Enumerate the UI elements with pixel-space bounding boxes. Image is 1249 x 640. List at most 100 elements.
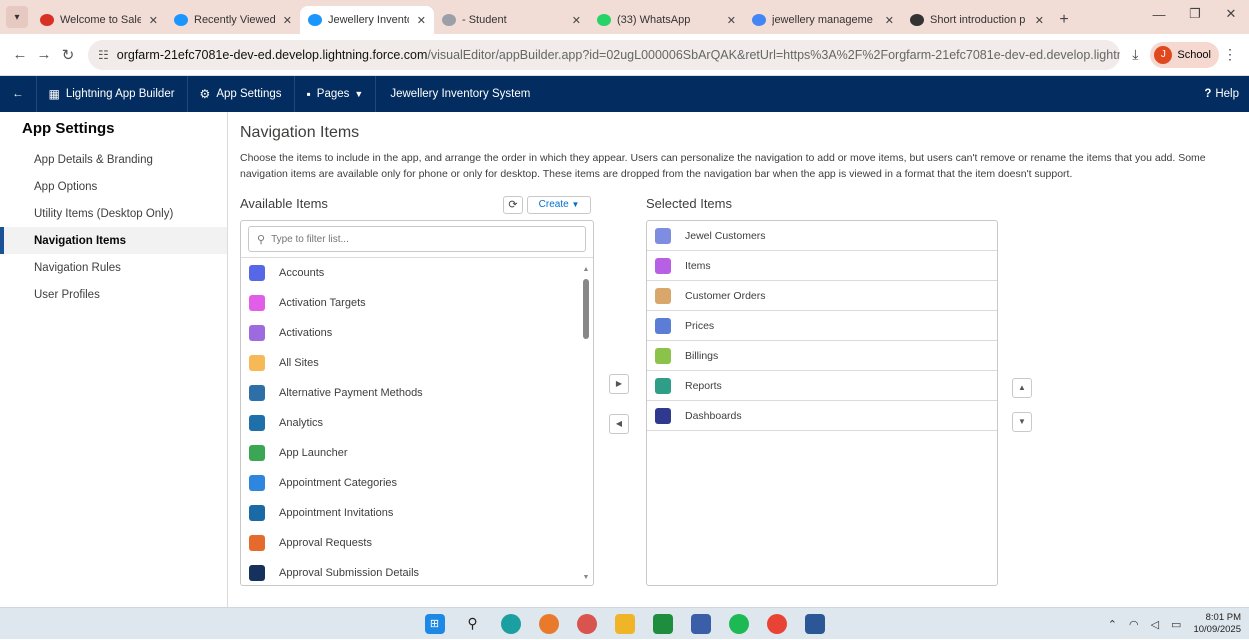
volume-icon[interactable]: ◁ bbox=[1151, 618, 1159, 631]
chevron-down-icon: ▼ bbox=[354, 89, 364, 99]
browser-tab[interactable]: Recently Viewed | Jev ✕ bbox=[166, 6, 300, 34]
scrollbar[interactable]: ▲ ▼ bbox=[582, 265, 590, 583]
sidebar-item-app-options[interactable]: App Options bbox=[0, 173, 227, 200]
list-item[interactable]: Appointment Invitations bbox=[241, 498, 593, 528]
refresh-button[interactable]: ⟳ bbox=[503, 196, 523, 214]
close-tab-icon[interactable]: ✕ bbox=[885, 14, 894, 27]
window-controls: — ❐ ✕ bbox=[1141, 0, 1249, 28]
list-item[interactable]: Alternative Payment Methods bbox=[241, 378, 593, 408]
selected-list-item[interactable]: Billings bbox=[647, 341, 997, 371]
move-up-button[interactable]: ▲ bbox=[1012, 378, 1032, 398]
list-item[interactable]: Approval Submission Details bbox=[241, 558, 593, 585]
move-to-selected-button[interactable]: ▶ bbox=[609, 374, 629, 394]
minimize-icon[interactable]: — bbox=[1141, 7, 1177, 22]
start-windows-icon[interactable]: ⊞ bbox=[424, 613, 445, 634]
file-explorer-icon[interactable] bbox=[614, 613, 635, 634]
sidebar-item-app-details-branding[interactable]: App Details & Branding bbox=[0, 146, 227, 173]
browser-tab[interactable]: jewellery manageme ✕ bbox=[744, 6, 902, 34]
battery-icon[interactable]: ▭ bbox=[1171, 618, 1181, 631]
move-down-button[interactable]: ▼ bbox=[1012, 412, 1032, 432]
reload-icon[interactable]: ↻ bbox=[56, 46, 80, 64]
selected-list-item[interactable]: Items bbox=[647, 251, 997, 281]
tab-search-button[interactable]: ▾ bbox=[6, 6, 28, 28]
back-button[interactable]: ← bbox=[0, 76, 37, 112]
filter-input[interactable] bbox=[271, 233, 585, 245]
list-item[interactable]: Analytics bbox=[241, 408, 593, 438]
browser-tab[interactable]: (33) WhatsApp ✕ bbox=[589, 6, 744, 34]
spotify-icon[interactable] bbox=[728, 613, 749, 634]
selected-list-item[interactable]: Prices bbox=[647, 311, 997, 341]
chevron-up-icon[interactable]: ⌃ bbox=[1108, 618, 1117, 631]
available-items-scroll[interactable]: Accounts Activation Targets Activations All… bbox=[241, 257, 593, 585]
site-info-icon[interactable]: ☷ bbox=[98, 48, 109, 62]
close-tab-icon[interactable]: ✕ bbox=[283, 14, 292, 27]
browser-menu-icon[interactable]: ⋮ bbox=[1219, 46, 1241, 63]
list-item[interactable]: All Sites bbox=[241, 348, 593, 378]
tab-title: Welcome to Salesfor bbox=[60, 14, 141, 26]
close-tab-icon[interactable]: ✕ bbox=[1035, 14, 1044, 27]
list-item[interactable]: Activation Targets bbox=[241, 288, 593, 318]
lightning-app-builder-button[interactable]: ▦ Lightning App Builder bbox=[37, 76, 188, 112]
new-tab-button[interactable]: + bbox=[1052, 6, 1076, 34]
forward-arrow-icon[interactable]: → bbox=[32, 46, 56, 63]
builder-label: Lightning App Builder bbox=[65, 88, 175, 100]
selected-list-item[interactable]: Jewel Customers bbox=[647, 221, 997, 251]
date-text: 10/09/2025 bbox=[1193, 624, 1241, 635]
store-icon[interactable] bbox=[690, 613, 711, 634]
browser-tab[interactable]: Welcome to Salesfor ✕ bbox=[32, 6, 166, 34]
close-tab-icon[interactable]: ✕ bbox=[149, 14, 158, 27]
object-icon bbox=[249, 385, 265, 401]
sidebar-item-navigation-rules[interactable]: Navigation Rules bbox=[0, 254, 227, 281]
list-item[interactable]: App Launcher bbox=[241, 438, 593, 468]
system-tray: ⌃ ◠ ◁ ▭ 8:01 PM 10/09/2025 bbox=[1102, 608, 1241, 640]
list-item[interactable]: Activations bbox=[241, 318, 593, 348]
chrome-icon[interactable] bbox=[766, 613, 787, 634]
copilot-icon[interactable] bbox=[500, 613, 521, 634]
sidebar-item-utility-items-desktop-only[interactable]: Utility Items (Desktop Only) bbox=[0, 200, 227, 227]
close-tab-icon[interactable]: ✕ bbox=[572, 14, 581, 27]
wifi-icon[interactable]: ◠ bbox=[1129, 618, 1139, 631]
object-icon bbox=[249, 265, 265, 281]
close-tab-icon[interactable]: ✕ bbox=[727, 14, 736, 27]
close-tab-icon[interactable]: ✕ bbox=[417, 14, 426, 27]
page-description: Choose the items to include in the app, … bbox=[240, 152, 1206, 180]
sidebar-item-navigation-items[interactable]: Navigation Items bbox=[0, 227, 227, 254]
app-icon[interactable] bbox=[576, 613, 597, 634]
browser-tab[interactable]: Jewellery Inventory S ✕ bbox=[300, 6, 434, 34]
profile-button[interactable]: J School bbox=[1150, 41, 1219, 68]
move-to-available-button[interactable]: ◀ bbox=[609, 414, 629, 434]
browser-tab[interactable]: Short introduction p ✕ bbox=[902, 6, 1052, 34]
selected-list-item[interactable]: Dashboards bbox=[647, 401, 997, 431]
maximize-icon[interactable]: ❐ bbox=[1177, 6, 1213, 22]
object-icon bbox=[655, 317, 671, 334]
object-icon bbox=[249, 415, 265, 431]
clock[interactable]: 8:01 PM 10/09/2025 bbox=[1193, 612, 1241, 636]
selected-list-item[interactable]: Reports bbox=[647, 371, 997, 401]
list-item[interactable]: Appointment Categories bbox=[241, 468, 593, 498]
list-item[interactable]: Approval Requests bbox=[241, 528, 593, 558]
list-item[interactable]: Accounts bbox=[241, 258, 593, 288]
selected-list-item[interactable]: Customer Orders bbox=[647, 281, 997, 311]
address-bar[interactable]: ☷ orgfarm-21efc7081e-dev-ed.develop.ligh… bbox=[88, 39, 1121, 70]
create-button[interactable]: Create ▼ bbox=[527, 196, 591, 214]
scroll-up-icon[interactable]: ▲ bbox=[582, 265, 590, 275]
help-button[interactable]: ? Help bbox=[1204, 88, 1249, 100]
download-icon[interactable]: ⤓ bbox=[1120, 46, 1150, 63]
create-label: Create bbox=[538, 199, 569, 210]
scroll-down-icon[interactable]: ▼ bbox=[582, 573, 590, 583]
available-items-label: Available Items bbox=[240, 196, 328, 211]
excel-icon[interactable] bbox=[652, 613, 673, 634]
back-arrow-icon[interactable]: ← bbox=[8, 46, 32, 63]
word-icon[interactable] bbox=[804, 613, 825, 634]
object-icon bbox=[249, 505, 265, 521]
close-window-icon[interactable]: ✕ bbox=[1213, 6, 1249, 22]
browser-tab[interactable]: - Student ✕ bbox=[434, 6, 589, 34]
photos-icon[interactable] bbox=[538, 613, 559, 634]
scrollbar-thumb[interactable] bbox=[583, 279, 589, 339]
search-icon[interactable]: ⚲ bbox=[463, 614, 483, 634]
sidebar-item-user-profiles[interactable]: User Profiles bbox=[0, 281, 227, 308]
app-settings-button[interactable]: ⚙ App Settings bbox=[188, 76, 295, 112]
object-icon bbox=[249, 445, 265, 461]
pages-dropdown[interactable]: ▪ Pages ▼ bbox=[295, 76, 377, 112]
filter-field[interactable]: ⚲ bbox=[248, 226, 586, 252]
